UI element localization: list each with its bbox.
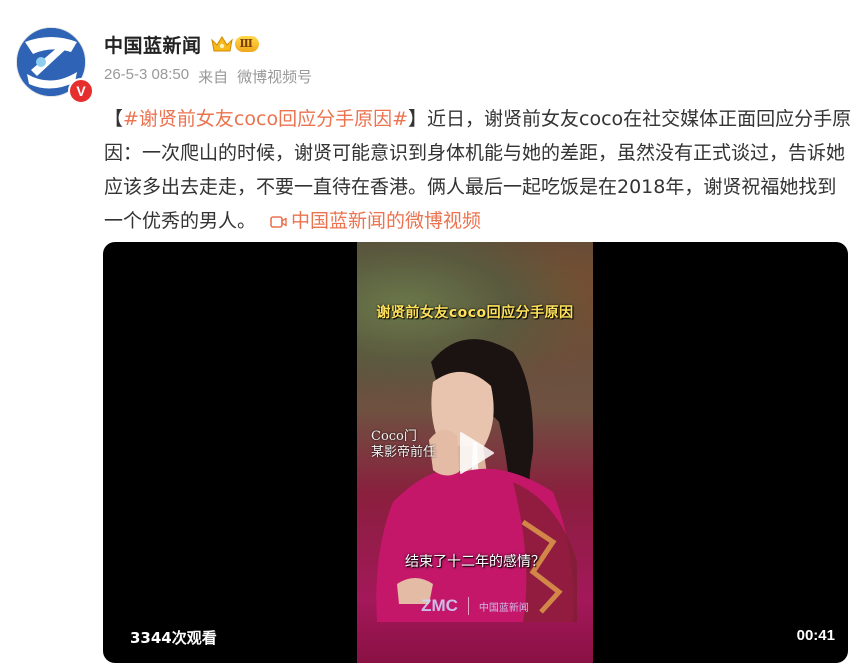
account-header: 中国蓝新闻 Ⅲ xyxy=(104,30,259,58)
vip-level-tag: Ⅲ xyxy=(234,36,259,52)
video-duration: 00:41 xyxy=(796,627,835,644)
from-label: 来自 xyxy=(198,69,229,86)
crown-icon xyxy=(210,36,233,52)
video-caption-top: 谢贤前女友coco回应分手原因 xyxy=(376,305,574,321)
account-name[interactable]: 中国蓝新闻 xyxy=(104,31,202,58)
vip-badge[interactable]: Ⅲ xyxy=(210,34,259,54)
video-link[interactable]: 中国蓝新闻的微博视频 xyxy=(256,210,481,232)
video-watermark: ZMC 中国蓝新闻 xyxy=(357,596,593,616)
video-player[interactable]: 谢贤前女友coco回应分手原因 Coco门 某影帝前任 结束了十二年的感情？ Z… xyxy=(103,242,848,663)
name-tag-line2: 某影帝前任 xyxy=(371,445,437,460)
video-name-tag: Coco门 某影帝前任 xyxy=(371,429,436,461)
bracket-open: 【 xyxy=(104,108,124,130)
view-count: 3344次观看 xyxy=(130,629,217,647)
post-text: 【#谢贤前女友coco回应分手原因#】近日，谢贤前女友coco在社交媒体正面回应… xyxy=(104,102,852,240)
zmc-logo: ZMC xyxy=(421,596,458,615)
video-camera-icon xyxy=(270,206,287,240)
bracket-close: 】 xyxy=(408,108,428,130)
post-source[interactable]: 微博视频号 xyxy=(237,66,312,87)
logo-divider xyxy=(467,597,469,615)
play-icon[interactable] xyxy=(447,427,499,479)
avatar[interactable]: V xyxy=(16,27,94,104)
topic-link[interactable]: #谢贤前女友coco回应分手原因# xyxy=(123,108,408,130)
zhongguolan-logo: 中国蓝新闻 xyxy=(478,602,529,614)
post-date[interactable]: 26-5-3 08:50 xyxy=(104,66,189,87)
name-tag-line1: Coco门 xyxy=(371,429,417,444)
post-meta: 26-5-3 08:50 来自 微博视频号 xyxy=(104,66,312,87)
verified-badge-icon: V xyxy=(68,78,94,104)
video-link-label: 中国蓝新闻的微博视频 xyxy=(291,210,482,232)
video-caption-bottom: 结束了十二年的感情？ xyxy=(405,554,545,570)
